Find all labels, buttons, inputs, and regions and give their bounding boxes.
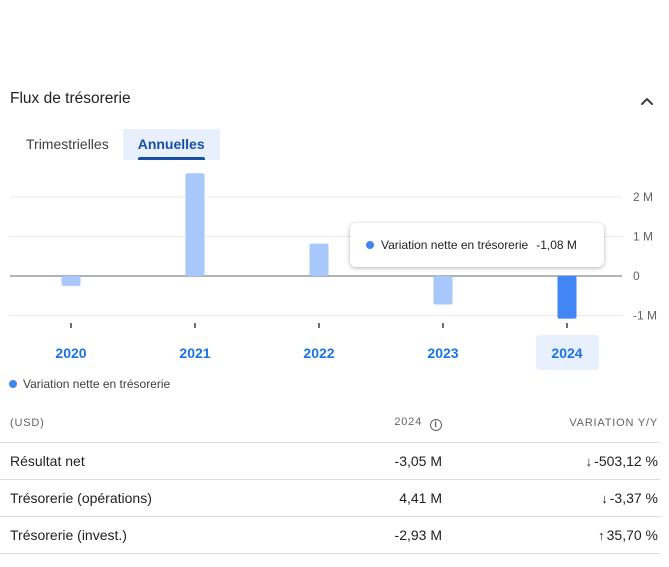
legend-dot-icon bbox=[9, 380, 17, 388]
x-label-2023[interactable]: 2023 bbox=[427, 345, 458, 361]
x-label-2024[interactable]: 2024 bbox=[551, 345, 582, 361]
bar-2024[interactable] bbox=[557, 276, 577, 319]
chart-legend: Variation nette en trésorerie bbox=[9, 377, 170, 391]
tab-annuelles[interactable]: Annuelles bbox=[122, 129, 220, 160]
section-title: Flux de trésorerie bbox=[10, 90, 131, 107]
y-tick-label: 1 M bbox=[633, 230, 653, 244]
row-change-value: -3,37 % bbox=[609, 489, 658, 506]
tooltip-label: Variation nette en trésorerie bbox=[381, 238, 529, 252]
y-tick-label: 0 bbox=[633, 269, 640, 283]
header-year: 2024 i bbox=[240, 405, 442, 443]
period-tabs: Trimestrielles Annuelles bbox=[12, 129, 220, 160]
tab-trimestrielles[interactable]: Trimestrielles bbox=[12, 129, 123, 160]
row-change: ↑ 35,70 % bbox=[442, 516, 660, 554]
bar-2022[interactable] bbox=[309, 243, 329, 276]
header-year-label: 2024 bbox=[394, 415, 422, 428]
row-value: 4,41 M bbox=[240, 479, 442, 517]
x-label-2022[interactable]: 2022 bbox=[303, 345, 334, 361]
header-currency: (USD) bbox=[0, 405, 240, 443]
arrow-down-icon: ↓ bbox=[585, 453, 593, 469]
row-value: -3,05 M bbox=[240, 442, 442, 480]
row-label: Résultat net bbox=[0, 442, 240, 480]
bar-2021[interactable] bbox=[185, 173, 205, 276]
bar-2020[interactable] bbox=[61, 276, 81, 286]
chevron-up-icon[interactable] bbox=[638, 92, 656, 110]
table-header-row: (USD) 2024 i VARIATION Y/Y bbox=[0, 405, 660, 443]
row-value: -2,93 M bbox=[240, 516, 442, 554]
x-label-2020[interactable]: 2020 bbox=[55, 345, 86, 361]
x-label-2021[interactable]: 2021 bbox=[179, 345, 210, 361]
arrow-up-icon: ↑ bbox=[598, 527, 605, 543]
y-tick-label: -1 M bbox=[633, 309, 657, 323]
series-dot-icon bbox=[366, 241, 374, 249]
legend-label: Variation nette en trésorerie bbox=[23, 377, 171, 391]
row-change: ↓ -503,12 % bbox=[442, 442, 660, 480]
bar-2023[interactable] bbox=[433, 276, 453, 305]
arrow-down-icon: ↓ bbox=[601, 490, 608, 506]
y-tick-label: 2 M bbox=[633, 190, 653, 204]
table-row[interactable]: Résultat net -3,05 M ↓ -503,12 % bbox=[0, 442, 660, 480]
row-change: ↓ -3,37 % bbox=[442, 479, 660, 517]
chart-tooltip: Variation nette en trésorerie -1,08 M bbox=[350, 223, 604, 267]
row-change-value: 35,70 % bbox=[606, 526, 658, 543]
cashflow-bar-chart: -1 M 0 1 M 2 M 2020 2021 2022 2023 2024 bbox=[10, 173, 657, 370]
tooltip-value: -1,08 M bbox=[536, 238, 577, 252]
table-row[interactable]: Trésorerie (opérations) 4,41 M ↓ -3,37 % bbox=[0, 479, 660, 517]
info-icon[interactable]: i bbox=[430, 418, 442, 431]
row-label: Trésorerie (invest.) bbox=[0, 516, 240, 554]
row-label: Trésorerie (opérations) bbox=[0, 479, 240, 517]
header-change: VARIATION Y/Y bbox=[442, 405, 660, 443]
table-row[interactable]: Trésorerie (invest.) -2,93 M ↑ 35,70 % bbox=[0, 516, 660, 554]
cashflow-table: (USD) 2024 i VARIATION Y/Y Résultat net -3… bbox=[0, 405, 660, 554]
row-change-value: -503,12 % bbox=[594, 452, 658, 469]
